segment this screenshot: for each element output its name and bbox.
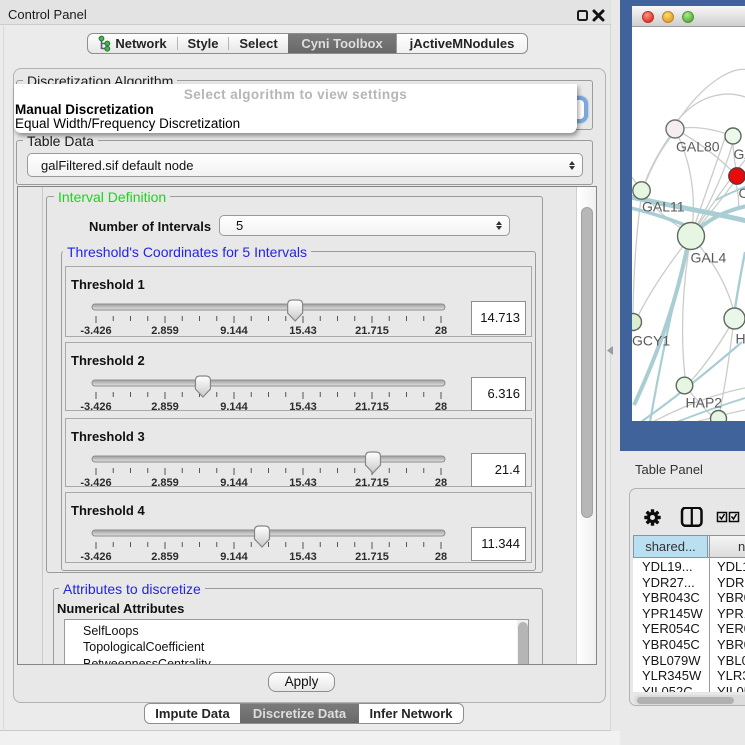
svg-text:28: 28	[435, 325, 447, 337]
svg-text:GAL4: GAL4	[691, 250, 727, 266]
svg-text:HAP2: HAP2	[686, 395, 723, 411]
svg-text:28: 28	[435, 477, 447, 488]
svg-text:2.859: 2.859	[151, 401, 179, 412]
svg-text:GAL11: GAL11	[642, 199, 685, 215]
svg-text:-3.426: -3.426	[80, 401, 111, 412]
svg-text:21.715: 21.715	[355, 477, 389, 488]
svg-text:2.859: 2.859	[151, 477, 179, 488]
svg-text:CDC1: CDC1	[739, 185, 745, 201]
svg-text:-3.426: -3.426	[80, 477, 111, 488]
svg-text:-3.426: -3.426	[80, 551, 111, 563]
svg-text:28: 28	[435, 401, 447, 412]
svg-text:21.715: 21.715	[355, 401, 389, 412]
svg-text:2.859: 2.859	[151, 325, 179, 337]
svg-text:21.715: 21.715	[355, 551, 389, 563]
svg-text:21.715: 21.715	[355, 325, 389, 337]
svg-text:9.144: 9.144	[220, 551, 248, 563]
svg-text:15.43: 15.43	[289, 401, 317, 412]
svg-text:2.859: 2.859	[151, 551, 179, 563]
svg-text:9.144: 9.144	[220, 477, 248, 488]
svg-text:15.43: 15.43	[289, 325, 317, 337]
svg-text:HAP1: HAP1	[736, 331, 745, 347]
svg-text:9.144: 9.144	[220, 325, 248, 337]
svg-text:-3.426: -3.426	[80, 325, 111, 337]
svg-text:GCY1: GCY1	[632, 333, 670, 349]
svg-text:GAL2: GAL2	[734, 146, 745, 162]
svg-text:28: 28	[435, 551, 447, 563]
svg-text:15.43: 15.43	[289, 551, 317, 563]
svg-text:GAL80: GAL80	[676, 139, 720, 155]
svg-text:15.43: 15.43	[289, 477, 317, 488]
svg-text:9.144: 9.144	[220, 401, 248, 412]
